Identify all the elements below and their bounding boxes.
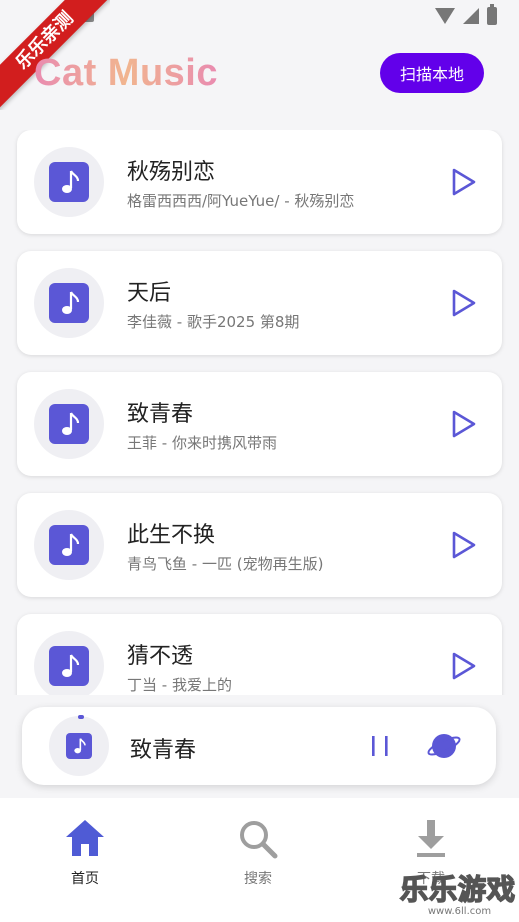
nav-item-home[interactable]: 首页 — [40, 816, 130, 888]
song-card[interactable]: 致青春 王菲 - 你来时携风带雨 — [17, 372, 502, 476]
song-subtitle: 青鸟飞鱼 - 一匹 (宠物再生版) — [127, 555, 324, 573]
music-note-icon — [74, 738, 86, 754]
music-note-icon — [62, 412, 80, 435]
signal-icon — [463, 8, 479, 24]
home-icon — [66, 820, 104, 856]
search-icon — [240, 821, 278, 859]
song-card[interactable]: 此生不换 青鸟飞鱼 - 一匹 (宠物再生版) — [17, 493, 502, 597]
play-icon[interactable] — [447, 650, 479, 682]
now-playing-art — [49, 716, 109, 776]
play-icon[interactable] — [447, 287, 479, 319]
song-subtitle: 李佳薇 - 歌手2025 第8期 — [127, 313, 300, 331]
album-art — [34, 147, 104, 217]
music-note-icon — [62, 170, 80, 193]
nav-label-search: 搜索 — [244, 871, 272, 887]
planet-icon[interactable] — [426, 729, 462, 763]
battery-icon — [487, 4, 497, 25]
play-icon[interactable] — [447, 408, 479, 440]
download-icon — [417, 820, 445, 857]
app-title: Cat Music — [34, 52, 218, 94]
play-icon[interactable] — [447, 166, 479, 198]
music-note-icon — [62, 654, 80, 677]
nav-item-search[interactable]: 搜索 — [213, 816, 303, 888]
status-icons — [435, 4, 497, 25]
now-playing-title: 致青春 — [130, 738, 197, 763]
site-watermark: 乐乐游戏 www.6ll.com — [399, 868, 519, 922]
wifi-icon — [435, 8, 455, 24]
mini-player[interactable]: 致青春 — [22, 707, 496, 785]
album-art — [34, 510, 104, 580]
music-note-icon — [62, 291, 80, 314]
song-title: 此生不换 — [127, 523, 216, 548]
progress-indicator — [78, 715, 84, 719]
pause-icon[interactable] — [368, 733, 392, 759]
song-title: 致青春 — [127, 402, 194, 427]
song-card[interactable]: 天后 李佳薇 - 歌手2025 第8期 — [17, 251, 502, 355]
song-subtitle: 格雷西西西/阿YueYue/ - 秋殇别恋 — [127, 192, 355, 210]
song-title: 秋殇别恋 — [127, 160, 216, 185]
album-art — [34, 631, 104, 695]
album-art — [34, 268, 104, 338]
nav-label-home: 首页 — [71, 871, 99, 887]
song-card[interactable]: 秋殇别恋 格雷西西西/阿YueYue/ - 秋殇别恋 — [17, 130, 502, 234]
song-card[interactable]: 猜不透 丁当 - 我爱上的 — [17, 614, 502, 695]
song-title: 猜不透 — [127, 644, 194, 669]
song-list[interactable]: 秋殇别恋 格雷西西西/阿YueYue/ - 秋殇别恋 天后 李佳薇 - 歌手20… — [0, 130, 519, 695]
play-icon[interactable] — [447, 529, 479, 561]
music-note-icon — [62, 533, 80, 556]
scan-local-button[interactable]: 扫描本地 — [380, 53, 484, 93]
song-subtitle: 丁当 - 我爱上的 — [127, 676, 232, 694]
album-art — [34, 389, 104, 459]
song-title: 天后 — [127, 281, 172, 306]
song-subtitle: 王菲 - 你来时携风带雨 — [127, 434, 277, 452]
watermark-text: 乐乐游戏 — [399, 872, 517, 907]
